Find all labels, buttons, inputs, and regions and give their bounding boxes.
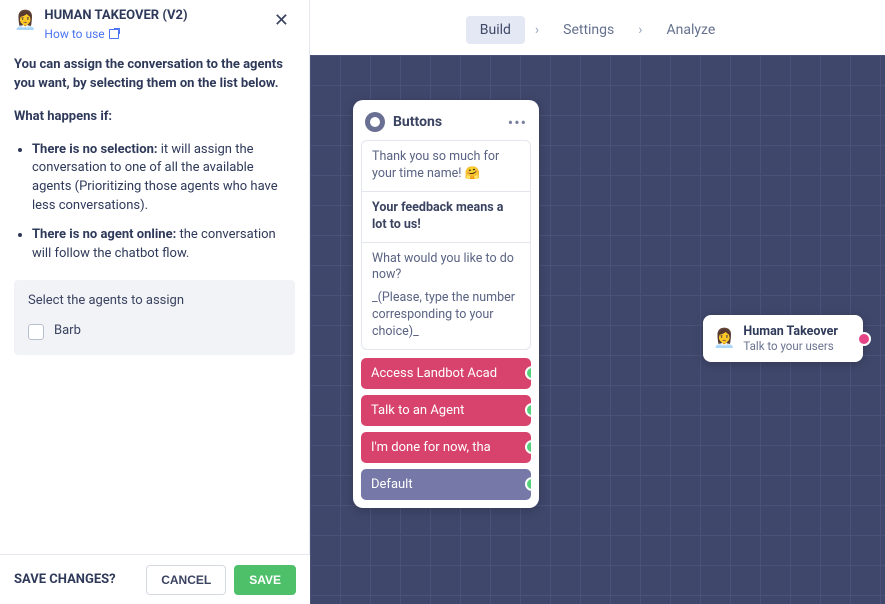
node-buttons-title: Buttons: [393, 114, 500, 130]
node-message-line: What would you like to do now?: [372, 251, 520, 285]
option-label: I'm done for now, tha: [371, 440, 491, 455]
option-talk-agent[interactable]: Talk to an Agent: [361, 395, 531, 426]
output-port[interactable]: [857, 332, 871, 346]
how-to-use-label: How to use: [44, 27, 104, 41]
node-message: Your feedback means a lot to us!: [362, 191, 530, 242]
panel-emoji: 👩‍💼: [14, 10, 36, 31]
tab-analyze[interactable]: Analyze: [652, 16, 729, 44]
agent-checkbox[interactable]: [28, 324, 44, 340]
cancel-button[interactable]: CANCEL: [146, 565, 226, 595]
list-item: There is no selection: it will assign th…: [32, 141, 295, 216]
buttons-node-icon: [365, 112, 385, 132]
what-happens-list: There is no selection: it will assign th…: [14, 141, 295, 264]
output-port[interactable]: [525, 477, 531, 491]
how-to-use-link[interactable]: How to use: [44, 27, 118, 41]
top-tabs: Build › Settings › Analyze: [310, 15, 885, 45]
save-changes-label: SAVE CHANGES?: [14, 572, 116, 587]
node-message: What would you like to do now? _(Please,…: [362, 242, 530, 349]
close-icon[interactable]: ✕: [268, 8, 295, 33]
output-port[interactable]: [525, 403, 531, 417]
option-label: Talk to an Agent: [371, 403, 464, 418]
panel-header: 👩‍💼 HUMAN TAKEOVER (V2) How to use ✕: [0, 0, 309, 44]
node-message: Thank you so much for your time name! 🤗: [362, 141, 530, 191]
tab-sep: ›: [535, 22, 539, 38]
node-human-takeover[interactable]: 👩‍💼 Human Takeover Talk to your users: [703, 315, 863, 362]
node-ht-subtitle: Talk to your users: [743, 339, 838, 353]
list-item: There is no agent online: the conversati…: [32, 226, 295, 264]
agents-box: Select the agents to assign Barb: [14, 280, 295, 356]
bullet-bold: There is no agent online:: [32, 227, 176, 242]
tab-settings[interactable]: Settings: [549, 16, 628, 44]
bullet-bold: There is no selection:: [32, 142, 158, 157]
agents-label: Select the agents to assign: [28, 292, 281, 311]
tab-build[interactable]: Build: [466, 16, 525, 44]
option-done[interactable]: I'm done for now, tha: [361, 432, 531, 463]
flow-canvas[interactable]: Buttons ••• Thank you so much for your t…: [310, 55, 885, 604]
panel-intro: You can assign the conversation to the a…: [14, 57, 283, 91]
node-messages: Thank you so much for your time name! 🤗 …: [361, 140, 531, 350]
node-buttons-header: Buttons •••: [361, 108, 531, 140]
panel-title: HUMAN TAKEOVER (V2): [44, 8, 259, 23]
node-message-line: _(Please, type the number corresponding …: [372, 290, 520, 341]
output-port[interactable]: [525, 366, 531, 380]
external-link-icon: [109, 29, 119, 39]
panel-footer: SAVE CHANGES? CANCEL SAVE: [0, 554, 310, 604]
node-menu-icon[interactable]: •••: [508, 113, 527, 132]
what-happens-heading: What happens if:: [14, 109, 112, 124]
option-access-academy[interactable]: Access Landbot Acad: [361, 358, 531, 389]
side-panel: 👩‍💼 HUMAN TAKEOVER (V2) How to use ✕ You…: [0, 0, 310, 604]
option-label: Access Landbot Acad: [371, 366, 497, 381]
agent-name: Barb: [54, 322, 81, 341]
output-port[interactable]: [525, 440, 531, 454]
human-takeover-icon: 👩‍💼: [713, 328, 735, 349]
option-label: Default: [371, 477, 413, 492]
tab-sep: ›: [638, 22, 642, 38]
save-button[interactable]: SAVE: [234, 565, 296, 595]
node-ht-title: Human Takeover: [743, 324, 838, 339]
agent-row[interactable]: Barb: [28, 322, 281, 341]
node-buttons[interactable]: Buttons ••• Thank you so much for your t…: [353, 100, 539, 508]
option-default[interactable]: Default: [361, 469, 531, 500]
panel-body: You can assign the conversation to the a…: [0, 44, 309, 369]
